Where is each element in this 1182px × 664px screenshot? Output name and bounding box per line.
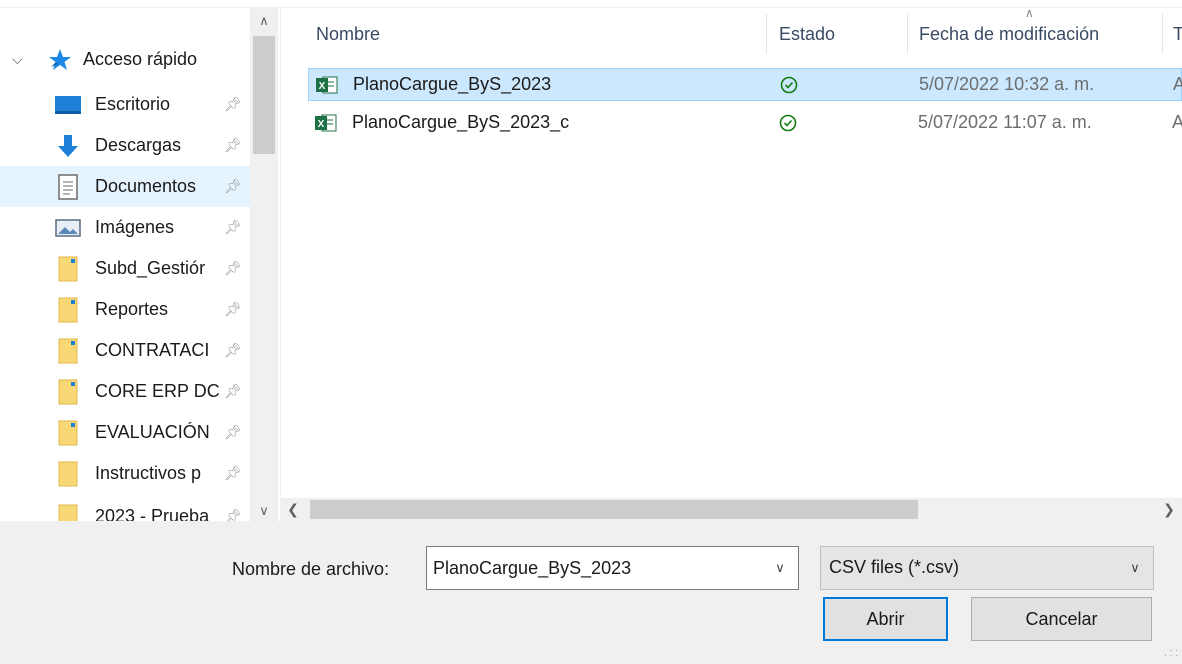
nav-item-label: CONTRATACI [95, 340, 210, 360]
folder-icon [54, 378, 82, 406]
column-header-name[interactable]: Nombre [290, 14, 766, 54]
nav-item-label: Descargas [95, 135, 182, 155]
cancel-button[interactable]: Cancelar [971, 597, 1152, 641]
excel-file-icon: X [315, 75, 338, 95]
star-icon [46, 46, 74, 74]
pin-icon[interactable]: 📌︎ [224, 260, 242, 278]
pin-icon[interactable]: 📌︎ [224, 465, 242, 483]
horizontal-scrollbar[interactable]: ❮ ❯ [280, 498, 1182, 521]
folder-icon [54, 255, 82, 283]
nav-item-folder-instructivos[interactable]: Instructivos p 📌︎ [0, 453, 250, 494]
nav-item-documents[interactable]: Documentos 📌︎ [0, 166, 250, 207]
column-header-type[interactable]: T [1163, 14, 1182, 54]
nav-item-quick-access[interactable]: ⌵ Acceso rápido [0, 39, 250, 80]
chevron-down-icon[interactable]: ∨ [762, 547, 798, 589]
chevron-down-icon[interactable]: ⌵ [12, 51, 26, 68]
navigation-pane[interactable]: ⌵ Acceso rápido Escritorio 📌︎ Descargas … [0, 8, 280, 521]
folder-icon [54, 337, 82, 365]
nav-item-label: Documentos [95, 176, 197, 196]
folder-icon [54, 296, 82, 324]
pin-icon[interactable]: 📌︎ [224, 424, 242, 442]
folder-icon [54, 419, 82, 447]
column-header-label: Fecha de modificación [919, 23, 1100, 44]
filename-combobox[interactable]: ∨ [426, 546, 799, 590]
column-header-status[interactable]: Estado [767, 14, 907, 54]
column-header-label: T [1173, 23, 1182, 44]
file-name: PlanoCargue_ByS_2023 [353, 74, 552, 94]
nav-item-folder-2023[interactable]: 2023 - Prueba 📌︎ [0, 496, 250, 521]
column-header-label: Estado [779, 23, 836, 44]
pin-icon[interactable]: 📌︎ [224, 137, 242, 155]
filename-input[interactable] [433, 555, 753, 581]
pictures-icon [54, 214, 82, 242]
excel-file-icon: X [314, 113, 337, 133]
synced-check-icon [779, 75, 799, 95]
scrollbar-thumb[interactable] [253, 36, 275, 154]
file-type: A [1173, 74, 1182, 94]
scroll-left-icon[interactable]: ❮ [280, 498, 306, 521]
top-border [0, 0, 1182, 8]
pin-icon[interactable]: 📌︎ [224, 508, 242, 521]
nav-item-label: EVALUACIÓN [95, 422, 210, 442]
nav-item-label: Reportes [95, 299, 169, 319]
nav-item-label: CORE ERP DC [95, 381, 220, 401]
document-icon [54, 173, 82, 201]
resize-grip-icon[interactable]: . .. . . [1164, 644, 1178, 660]
download-icon [54, 132, 82, 160]
pin-icon[interactable]: 📌︎ [224, 301, 242, 319]
scroll-right-icon[interactable]: ❯ [1156, 498, 1182, 521]
file-row[interactable]: X PlanoCargue_ByS_2023_c 5/07/2022 11:07… [308, 106, 1182, 139]
pin-icon[interactable]: 📌︎ [224, 96, 242, 114]
pin-icon[interactable]: 📌︎ [224, 219, 242, 237]
nav-item-folder-evaluacion[interactable]: EVALUACIÓN 📌︎ [0, 412, 250, 453]
nav-item-downloads[interactable]: Descargas 📌︎ [0, 125, 250, 166]
column-header-label: Nombre [316, 23, 381, 44]
file-name: PlanoCargue_ByS_2023_c [352, 112, 570, 132]
pane-divider[interactable] [280, 8, 281, 521]
file-row[interactable]: X PlanoCargue_ByS_2023 5/07/2022 10:32 a… [308, 68, 1182, 101]
filename-label: Nombre de archivo: [232, 559, 390, 579]
chevron-down-icon[interactable]: ∨ [1117, 547, 1153, 589]
nav-item-desktop[interactable]: Escritorio 📌︎ [0, 84, 250, 125]
folder-icon [54, 460, 82, 488]
open-button[interactable]: Abrir [823, 597, 948, 641]
scrollbar-thumb[interactable] [310, 500, 918, 519]
column-header-modified[interactable]: Fecha de modificación [908, 14, 1162, 54]
nav-item-label: Escritorio [95, 94, 171, 114]
svg-text:X: X [318, 119, 325, 130]
nav-item-label: Subd_Gestiór [95, 258, 206, 278]
nav-item-pictures[interactable]: Imágenes 📌︎ [0, 207, 250, 248]
nav-item-label: 2023 - Prueba [95, 506, 210, 521]
file-list[interactable]: ∧ Nombre Estado Fecha de modificación T … [290, 8, 1182, 498]
file-type: A [1172, 112, 1182, 132]
svg-text:X: X [319, 81, 326, 92]
scroll-up-icon[interactable]: ∧ [250, 8, 278, 34]
pin-icon[interactable]: 📌︎ [224, 178, 242, 196]
nav-vertical-scrollbar[interactable]: ∧ ∨ [250, 8, 278, 521]
nav-item-label: Instructivos p [95, 463, 202, 483]
nav-item-folder-reportes[interactable]: Reportes 📌︎ [0, 289, 250, 330]
filetype-select[interactable]: CSV files (*.csv) ∨ [820, 546, 1154, 590]
pin-icon[interactable]: 📌︎ [224, 342, 242, 360]
dialog-footer: Nombre de archivo: ∨ CSV files (*.csv) ∨… [0, 521, 1182, 664]
file-date: 5/07/2022 11:07 a. m. [918, 112, 1092, 132]
nav-item-label: Imágenes [95, 217, 175, 237]
file-date: 5/07/2022 10:32 a. m. [919, 74, 1095, 94]
synced-check-icon [778, 113, 798, 133]
desktop-icon [54, 91, 82, 119]
nav-item-folder-contratacion[interactable]: CONTRATACI 📌︎ [0, 330, 250, 371]
nav-item-folder-subd[interactable]: Subd_Gestiór 📌︎ [0, 248, 250, 289]
filetype-value: CSV files (*.csv) [829, 557, 960, 577]
nav-item-label: Acceso rápido [83, 49, 198, 69]
nav-item-folder-core-erp[interactable]: CORE ERP DC 📌︎ [0, 371, 250, 412]
folder-icon [54, 503, 82, 521]
pin-icon[interactable]: 📌︎ [224, 383, 242, 401]
